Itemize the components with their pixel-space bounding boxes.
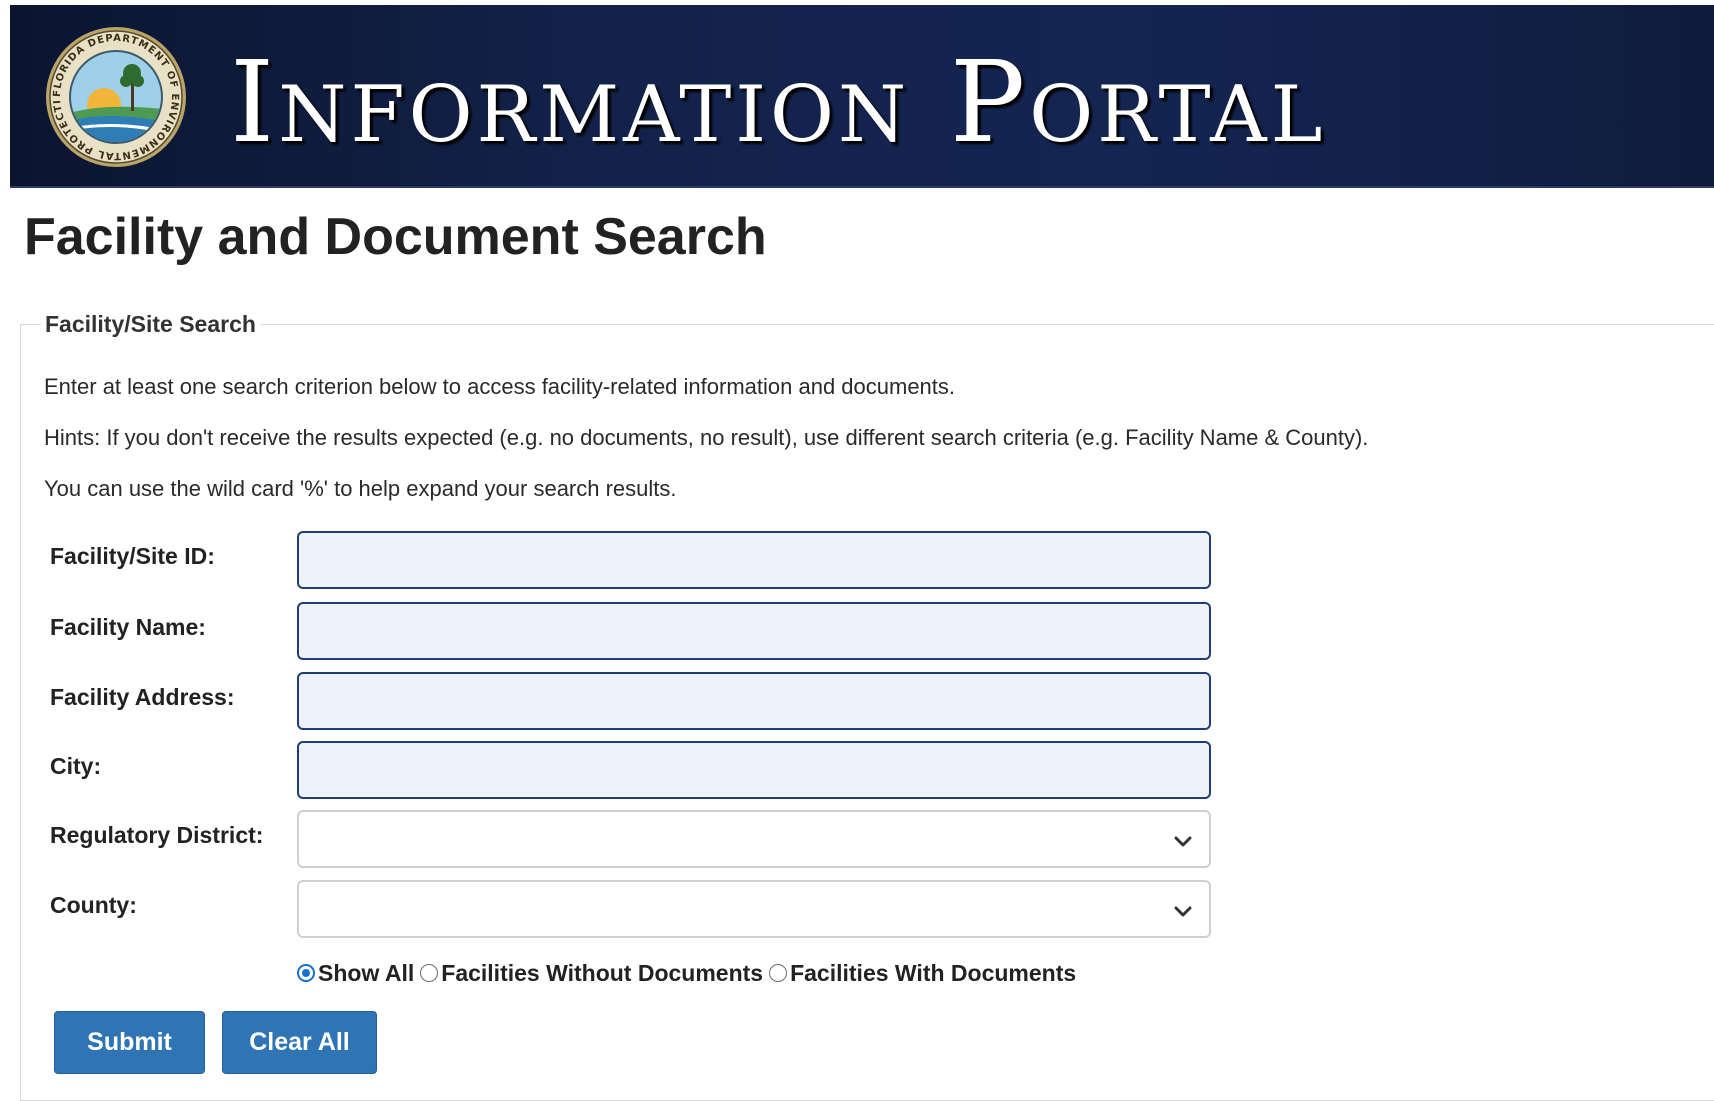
facility-address-label: Facility Address: [50,684,235,710]
instructions-text: Enter at least one search criterion belo… [44,374,956,399]
county-label: County: [50,892,137,918]
header-banner: FLORIDA DEPARTMENT OF ENVIRONMENTAL PROT… [10,5,1714,188]
radio-label-show-all: Show All [318,959,415,986]
city-input[interactable] [297,741,1211,799]
radio-button-selected[interactable] [297,964,315,982]
chevron-down-icon [1174,836,1192,847]
radio-button[interactable] [769,964,788,982]
county-select[interactable] [297,880,1211,938]
facility-address-input[interactable] [297,672,1211,730]
radio-without-documents[interactable]: Facilities Without Documents [420,960,763,987]
radio-show-all[interactable]: Show All [297,960,414,987]
radio-label-with-documents: Facilities With Documents [790,959,1077,986]
city-label: City: [50,753,102,779]
facility-name-input[interactable] [297,602,1211,660]
hints-text: Hints: If you don't receive the results … [44,425,1369,450]
wildcard-text: You can use the wild card '%' to help ex… [44,476,677,501]
radio-label-without-documents: Facilities Without Documents [441,959,764,986]
chevron-down-icon [1174,906,1192,917]
regulatory-district-select[interactable] [297,810,1211,868]
facility-name-label: Facility Name: [50,614,206,640]
radio-with-documents[interactable]: Facilities With Documents [769,960,1076,987]
page-title: Facility and Document Search [24,208,767,266]
document-filter-radio-group: Show All Facilities Without Documents Fa… [297,958,1082,988]
submit-button[interactable]: Submit [54,1011,205,1074]
fieldset-legend: Facility/Site Search [45,311,256,337]
facility-id-label: Facility/Site ID: [50,543,215,569]
dep-seal-logo: FLORIDA DEPARTMENT OF ENVIRONMENTAL PROT… [44,25,186,167]
clear-all-button[interactable]: Clear All [222,1011,377,1074]
radio-button[interactable] [420,964,439,982]
regulatory-district-label: Regulatory District: [50,822,264,848]
portal-title: Information Portal [230,38,1327,168]
facility-id-input[interactable] [297,531,1211,589]
